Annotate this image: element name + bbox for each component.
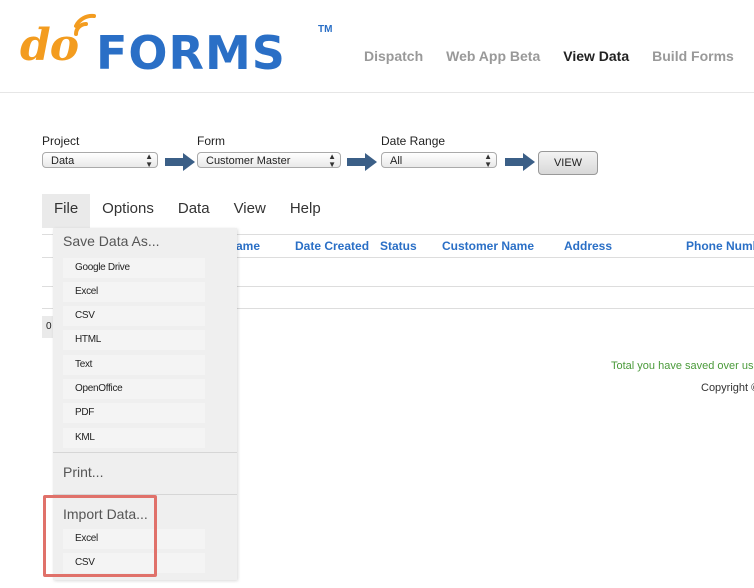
form-select[interactable]: Customer Master ▲ ▼ — [197, 152, 341, 169]
form-select-value: Customer Master — [206, 155, 291, 167]
save-data-as-heading: Save Data As... — [63, 233, 160, 249]
arrow-right-icon — [165, 153, 195, 171]
nav-dispatch[interactable]: Dispatch — [364, 48, 423, 64]
total-saved-message: Total you have saved over us — [611, 360, 754, 372]
save-as-kml[interactable]: KML — [63, 428, 205, 448]
date-range-select-value: All — [390, 155, 403, 167]
menu-bar: File Options Data View Help — [42, 194, 333, 228]
select-arrows-icon: ▲ ▼ — [328, 152, 336, 169]
menu-view[interactable]: View — [222, 194, 278, 228]
project-select-value: Data — [51, 155, 75, 167]
save-as-excel[interactable]: Excel — [63, 282, 205, 302]
logo-forms: FORMS — [96, 26, 286, 80]
save-as-google-drive[interactable]: Google Drive — [63, 258, 205, 278]
logo-do: do — [20, 20, 79, 71]
column-header-status[interactable]: Status — [380, 239, 417, 253]
view-button[interactable]: VIEW — [538, 151, 598, 175]
select-arrows-icon: ▲ ▼ — [145, 152, 153, 169]
import-data-highlight-box — [43, 495, 157, 577]
copyright-text: Copyright © — [701, 382, 754, 394]
menu-help[interactable]: Help — [278, 194, 333, 228]
project-select[interactable]: Data ▲ ▼ — [42, 152, 158, 169]
header-divider — [0, 92, 754, 93]
nav-web-app-beta[interactable]: Web App Beta — [446, 48, 540, 64]
menu-options[interactable]: Options — [90, 194, 166, 228]
form-label: Form — [197, 134, 225, 148]
select-arrows-icon: ▲ ▼ — [484, 152, 492, 169]
column-header-address[interactable]: Address — [564, 239, 612, 253]
column-header-customer-name[interactable]: Customer Name — [442, 239, 534, 253]
print-menu-item[interactable]: Print... — [63, 464, 103, 480]
menu-data[interactable]: Data — [166, 194, 222, 228]
nav-view-data[interactable]: View Data — [563, 48, 629, 64]
top-navigation: Dispatch Web App Beta View Data Build Fo… — [364, 48, 734, 64]
date-range-label: Date Range — [381, 134, 446, 148]
column-header-phone-number[interactable]: Phone Numb — [686, 239, 754, 253]
doforms-logo[interactable]: do FORMS TM — [20, 13, 340, 80]
save-as-text[interactable]: Text — [63, 355, 205, 375]
nav-build-forms[interactable]: Build Forms — [652, 48, 734, 64]
column-header-name[interactable]: ame — [236, 239, 260, 253]
save-as-pdf[interactable]: PDF — [63, 403, 205, 423]
date-range-select[interactable]: All ▲ ▼ — [381, 152, 497, 169]
menu-separator — [53, 452, 237, 453]
menu-file[interactable]: File — [42, 194, 91, 228]
save-as-html[interactable]: HTML — [63, 330, 205, 350]
arrow-right-icon — [505, 153, 535, 171]
project-label: Project — [42, 134, 80, 148]
logo-trademark: TM — [318, 24, 333, 35]
save-as-csv[interactable]: CSV — [63, 306, 205, 326]
save-as-openoffice[interactable]: OpenOffice — [63, 379, 205, 399]
column-header-date-created[interactable]: Date Created — [295, 239, 369, 253]
arrow-right-icon — [347, 153, 377, 171]
